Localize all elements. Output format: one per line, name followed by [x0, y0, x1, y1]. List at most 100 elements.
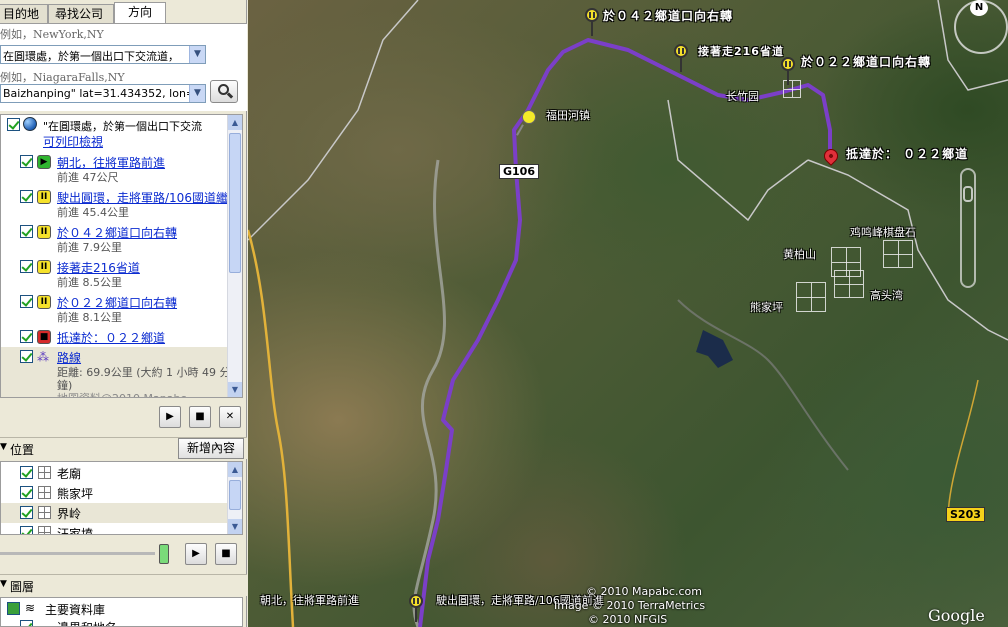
- scroll-up-icon[interactable]: ▲: [228, 115, 242, 130]
- layers-header: ▼ 圖層: [0, 574, 247, 596]
- yellow-step-icon: II: [37, 260, 51, 274]
- place-4-checkbox[interactable]: [20, 526, 33, 534]
- route-path-icon: ⁂: [37, 350, 49, 364]
- layer-2-checkbox[interactable]: [20, 620, 33, 626]
- pushpin-icon[interactable]: [522, 110, 536, 124]
- place-3-checkbox[interactable]: [20, 506, 33, 519]
- step-pin-icon[interactable]: [585, 8, 599, 36]
- scroll-down-icon[interactable]: ▼: [228, 519, 242, 534]
- route-line-checkbox[interactable]: [20, 350, 33, 363]
- tab-find-business-label: 尋找公司: [55, 7, 104, 21]
- step-pin-icon[interactable]: [781, 57, 795, 85]
- print-view-link[interactable]: 可列印檢視: [43, 133, 103, 150]
- close-button[interactable]: ✕: [219, 406, 241, 428]
- river-path-east: [677, 299, 849, 471]
- route-list: "在圓環處，於第一個出口下交流 可列印檢視 ▶ 朝北，往將軍路前進 前進 47公…: [0, 114, 243, 398]
- to-input[interactable]: Baizhanping" lat=31.434352, lon=115.3 ▼: [0, 84, 206, 103]
- google-logo: Google: [928, 606, 985, 625]
- places-tour-controls: ▶ ■: [0, 541, 247, 567]
- layer-1-checkbox[interactable]: [7, 602, 20, 615]
- step-6-link[interactable]: 抵達於：０２２鄉道: [57, 329, 165, 346]
- places-stop-button[interactable]: ■: [215, 543, 237, 565]
- places-header-label: 位置: [10, 443, 35, 457]
- from-input[interactable]: 在圓環處，於第一個出口下交流道， ▼: [0, 45, 206, 64]
- search-button[interactable]: [210, 80, 238, 103]
- step-1-checkbox[interactable]: [20, 155, 33, 168]
- map-label-arrive: 抵達於： ０２２鄉道: [846, 147, 969, 161]
- place-marker-box[interactable]: [796, 282, 826, 312]
- map-view[interactable]: 於０４２鄉道口向右轉 接著走216省道 於０２２鄉道口向右轉 抵達於： ０２２鄉…: [248, 0, 1008, 627]
- from-dropdown-icon[interactable]: ▼: [189, 46, 205, 63]
- play-button[interactable]: ▶: [159, 406, 181, 428]
- map-label-gaotouwan: 高头湾: [870, 289, 903, 302]
- map-label-xiongjiaping: 熊家坪: [750, 301, 783, 314]
- copyright-nfgis: © 2010 NFGIS: [588, 613, 668, 626]
- collapse-icon[interactable]: ▼: [0, 442, 7, 452]
- collapse-icon[interactable]: ▼: [0, 579, 7, 589]
- scroll-down-icon[interactable]: ▼: [228, 382, 242, 397]
- compass-north-label: N: [970, 0, 988, 16]
- map-label-join-216: 接著走216省道: [698, 45, 784, 58]
- from-input-value: 在圓環處，於第一個出口下交流道，: [3, 50, 179, 63]
- grid-icon: [38, 506, 51, 519]
- place-3-label[interactable]: 界岭: [57, 505, 81, 522]
- to-input-value: Baizhanping" lat=31.434352, lon=115.3: [3, 87, 206, 100]
- place-marker-box[interactable]: [834, 270, 864, 298]
- step-pin-icon[interactable]: [674, 44, 688, 72]
- scroll-thumb[interactable]: [229, 480, 241, 510]
- step-5-checkbox[interactable]: [20, 295, 33, 308]
- place-marker-box[interactable]: [883, 240, 913, 268]
- route-list-scrollbar[interactable]: ▲ ▼: [227, 115, 242, 397]
- step-6-checkbox[interactable]: [20, 330, 33, 343]
- zoom-slider[interactable]: [960, 168, 976, 288]
- step-2-checkbox[interactable]: [20, 190, 33, 203]
- place-1-label[interactable]: 老廟: [57, 465, 81, 482]
- places-list: 老廟 熊家坪 界岭 汪家墳 ▲ ▼: [0, 461, 243, 535]
- route-checkbox[interactable]: [7, 118, 20, 131]
- tab-destination[interactable]: 目的地: [0, 4, 48, 24]
- stop-icon: ■: [195, 411, 205, 422]
- play-icon: ▶: [192, 548, 200, 559]
- tab-find-business[interactable]: 尋找公司: [48, 4, 114, 24]
- scroll-up-icon[interactable]: ▲: [228, 462, 242, 477]
- compass-control[interactable]: N: [954, 0, 1008, 54]
- map-label-futianhe: 福田河镇: [546, 109, 590, 122]
- step-3-checkbox[interactable]: [20, 225, 33, 238]
- place-4-label[interactable]: 汪家墳: [57, 525, 93, 534]
- step-3-distance: 前進 7.9公里: [57, 241, 122, 254]
- place-marker-box[interactable]: [783, 80, 801, 98]
- boundary-line: [248, 0, 419, 241]
- tour-slider-handle[interactable]: [159, 544, 169, 564]
- places-scrollbar[interactable]: ▲ ▼: [227, 462, 242, 534]
- add-content-button[interactable]: 新增內容: [178, 438, 244, 459]
- tab-directions-label: 方向: [127, 5, 152, 19]
- stop-icon: ■: [221, 548, 231, 559]
- close-icon: ✕: [225, 411, 235, 422]
- step-2-distance: 前進 45.4公里: [57, 206, 129, 219]
- highway-g106-shield: G106: [499, 164, 539, 179]
- to-dropdown-icon[interactable]: ▼: [189, 85, 205, 102]
- place-2-label[interactable]: 熊家坪: [57, 485, 93, 502]
- places-play-button[interactable]: ▶: [185, 543, 207, 565]
- place-1-checkbox[interactable]: [20, 466, 33, 479]
- tab-directions[interactable]: 方向: [114, 2, 166, 25]
- places-header: ▼ 位置 新增內容: [0, 437, 247, 459]
- place-2-checkbox[interactable]: [20, 486, 33, 499]
- tour-slider-track[interactable]: [0, 552, 155, 555]
- grid-icon: [38, 486, 51, 499]
- step-pin-icon[interactable]: [409, 594, 423, 622]
- selected-place-row[interactable]: [1, 503, 229, 523]
- step-1-distance: 前進 47公尺: [57, 171, 119, 184]
- route-path: [418, 38, 832, 627]
- stop-button[interactable]: ■: [189, 406, 211, 428]
- reservoir-shape: [696, 330, 733, 368]
- zoom-slider-knob[interactable]: [963, 186, 973, 202]
- tab-destination-label: 目的地: [3, 7, 40, 21]
- copyright-mapabc: © 2010 Mapabc.com: [586, 585, 702, 598]
- layer-2-label[interactable]: 邊界和地名: [57, 619, 117, 626]
- step-4-checkbox[interactable]: [20, 260, 33, 273]
- map-label-turn-042: 於０４２鄉道口向右轉: [603, 9, 734, 23]
- add-content-label: 新增內容: [186, 441, 235, 455]
- scroll-thumb[interactable]: [229, 133, 241, 273]
- layer-1-label[interactable]: 主要資料庫: [45, 601, 105, 618]
